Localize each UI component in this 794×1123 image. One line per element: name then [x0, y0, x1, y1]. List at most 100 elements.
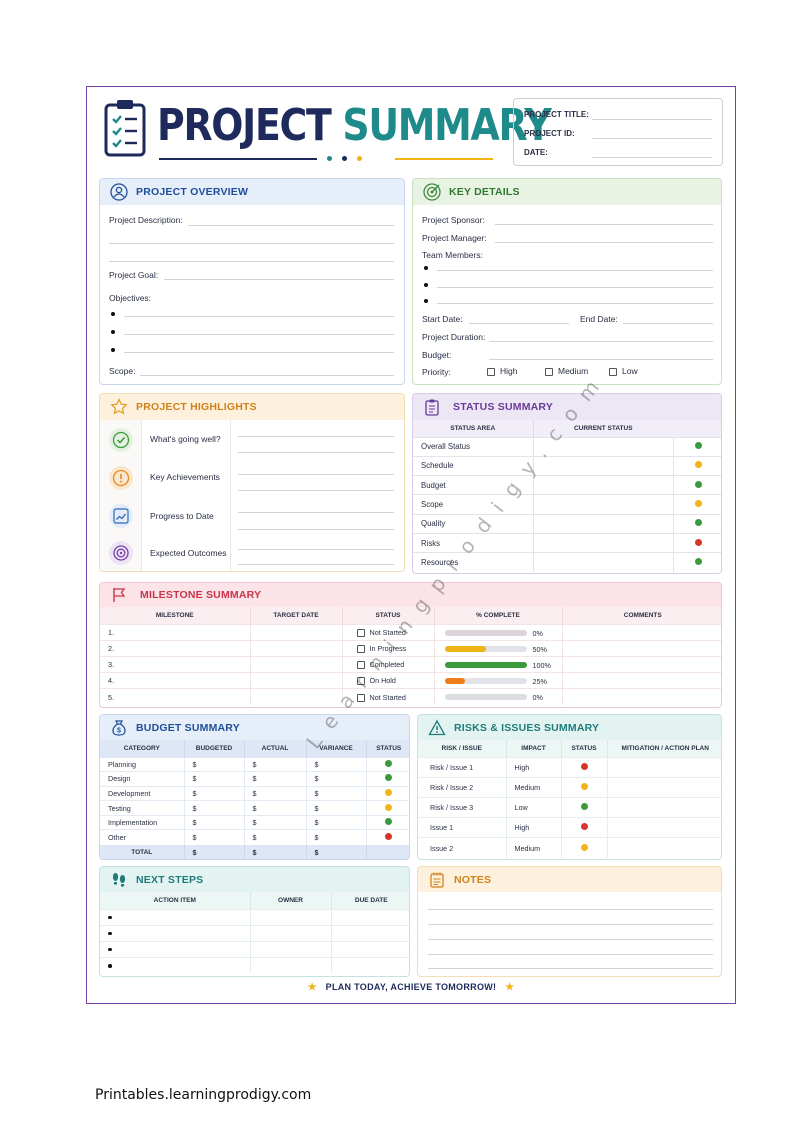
due-date-cell[interactable]	[331, 941, 409, 957]
warning-triangle-icon	[428, 719, 446, 737]
objective-field-3[interactable]	[124, 352, 394, 353]
comments-cell[interactable]	[562, 673, 721, 689]
actual-cell[interactable]: $	[244, 829, 307, 845]
manager-field[interactable]	[495, 242, 713, 243]
date-field[interactable]	[592, 157, 712, 158]
current-status-cell[interactable]	[533, 494, 674, 515]
scope-field[interactable]	[140, 375, 394, 376]
target-date-cell[interactable]	[250, 640, 343, 657]
comments-cell[interactable]	[562, 624, 721, 640]
milestone-status-checkbox[interactable]	[356, 628, 365, 637]
duration-field[interactable]	[489, 341, 713, 342]
actual-cell[interactable]: $	[244, 800, 307, 816]
description-field[interactable]	[188, 225, 394, 226]
budgeted-cell[interactable]: $	[184, 800, 245, 816]
project-summary-sheet: PROJECT SUMMARY PROJECT TITLE: PROJECT I…	[86, 86, 736, 1004]
status-dot-yellow	[385, 788, 393, 796]
variance-cell[interactable]: $	[306, 815, 367, 830]
comments-cell[interactable]	[562, 640, 721, 656]
notes-line-4[interactable]	[428, 954, 713, 955]
target-date-cell[interactable]	[250, 672, 343, 689]
risk-issue-header: RISK / ISSUE	[418, 740, 507, 757]
sponsor-field[interactable]	[495, 224, 713, 225]
actual-cell[interactable]: $	[244, 786, 307, 801]
going-well-line-2[interactable]	[238, 452, 394, 453]
variance-cell[interactable]: $	[306, 771, 367, 787]
action-item-cell[interactable]	[100, 925, 251, 941]
action-item-cell[interactable]	[100, 909, 251, 925]
budgeted-cell[interactable]: $	[184, 786, 245, 801]
objective-field-1[interactable]	[124, 316, 394, 317]
description-line-2[interactable]	[109, 243, 394, 244]
budgeted-cell[interactable]: $	[184, 771, 245, 787]
budgeted-cell[interactable]: $	[184, 815, 245, 830]
outcomes-line-2[interactable]	[238, 564, 394, 565]
priority-medium-option[interactable]: Medium	[545, 366, 588, 376]
mitigation-cell[interactable]	[607, 818, 721, 838]
priority-high-checkbox[interactable]	[487, 367, 495, 376]
total-actual-cell[interactable]: $	[244, 844, 307, 859]
current-status-cell[interactable]	[533, 514, 674, 534]
category-cell: Planning	[100, 757, 185, 772]
owner-cell[interactable]	[250, 925, 332, 941]
action-item-cell[interactable]	[100, 941, 251, 957]
actual-cell[interactable]: $	[244, 815, 307, 830]
current-status-cell[interactable]	[533, 533, 674, 553]
due-date-cell[interactable]	[331, 957, 409, 973]
user-icon	[110, 183, 128, 201]
milestone-status-checkbox[interactable]	[356, 644, 365, 653]
chart-trend-icon	[109, 504, 133, 528]
priority-high-option[interactable]: High	[487, 366, 517, 376]
current-status-cell[interactable]	[533, 475, 674, 495]
mitigation-cell[interactable]	[607, 838, 721, 858]
due-date-cell[interactable]	[331, 909, 409, 925]
variance-cell[interactable]: $	[306, 829, 367, 845]
start-date-field[interactable]	[469, 323, 569, 324]
variance-cell[interactable]: $	[306, 786, 367, 801]
budgeted-cell[interactable]: $	[184, 829, 245, 845]
target-date-cell[interactable]	[250, 624, 343, 641]
action-item-cell[interactable]	[100, 957, 251, 973]
mitigation-cell[interactable]	[607, 757, 721, 777]
mitigation-cell[interactable]	[607, 797, 721, 817]
team-field-2[interactable]	[437, 287, 713, 288]
priority-medium-checkbox[interactable]	[545, 367, 553, 376]
end-date-field[interactable]	[623, 323, 713, 324]
comments-cell[interactable]	[562, 689, 721, 705]
team-field-3[interactable]	[437, 303, 713, 304]
mitigation-cell[interactable]	[607, 777, 721, 797]
notes-line-3[interactable]	[428, 939, 713, 940]
total-budgeted-cell[interactable]: $	[184, 844, 245, 859]
team-field-1[interactable]	[437, 270, 713, 271]
objective-field-2[interactable]	[124, 334, 394, 335]
action-bullet	[108, 947, 112, 952]
project-id-field[interactable]	[592, 138, 712, 139]
due-date-cell[interactable]	[331, 925, 409, 941]
notes-line-5[interactable]	[428, 968, 713, 969]
owner-cell[interactable]	[250, 957, 332, 973]
title-underline-left	[159, 158, 317, 160]
budgeted-cell[interactable]: $	[184, 757, 245, 772]
variance-cell[interactable]: $	[306, 800, 367, 816]
goal-field[interactable]	[164, 279, 394, 280]
owner-cell[interactable]	[250, 941, 332, 957]
progress-line-2[interactable]	[238, 529, 394, 530]
risk-row: Risk / Issue 1 High	[418, 757, 721, 778]
outcomes-line-1[interactable]	[238, 549, 394, 550]
description-line-3[interactable]	[109, 261, 394, 262]
progress-line-1[interactable]	[238, 512, 394, 513]
current-status-cell[interactable]	[533, 456, 674, 476]
progress-bar	[444, 629, 527, 636]
achievements-line-1[interactable]	[238, 474, 394, 475]
notes-line-2[interactable]	[428, 924, 713, 925]
project-title-field[interactable]	[592, 119, 712, 120]
next-steps-section: NEXT STEPS ACTION ITEM OWNER DUE DATE	[99, 866, 410, 977]
target-date-cell[interactable]	[250, 656, 343, 673]
current-status-cell[interactable]	[533, 552, 674, 573]
total-variance-cell[interactable]: $	[306, 844, 367, 859]
achievements-line-2[interactable]	[238, 490, 394, 491]
notes-line-1[interactable]	[428, 909, 713, 910]
comments-cell[interactable]	[562, 656, 721, 672]
going-well-line-1[interactable]	[238, 436, 394, 437]
owner-cell[interactable]	[250, 909, 332, 925]
